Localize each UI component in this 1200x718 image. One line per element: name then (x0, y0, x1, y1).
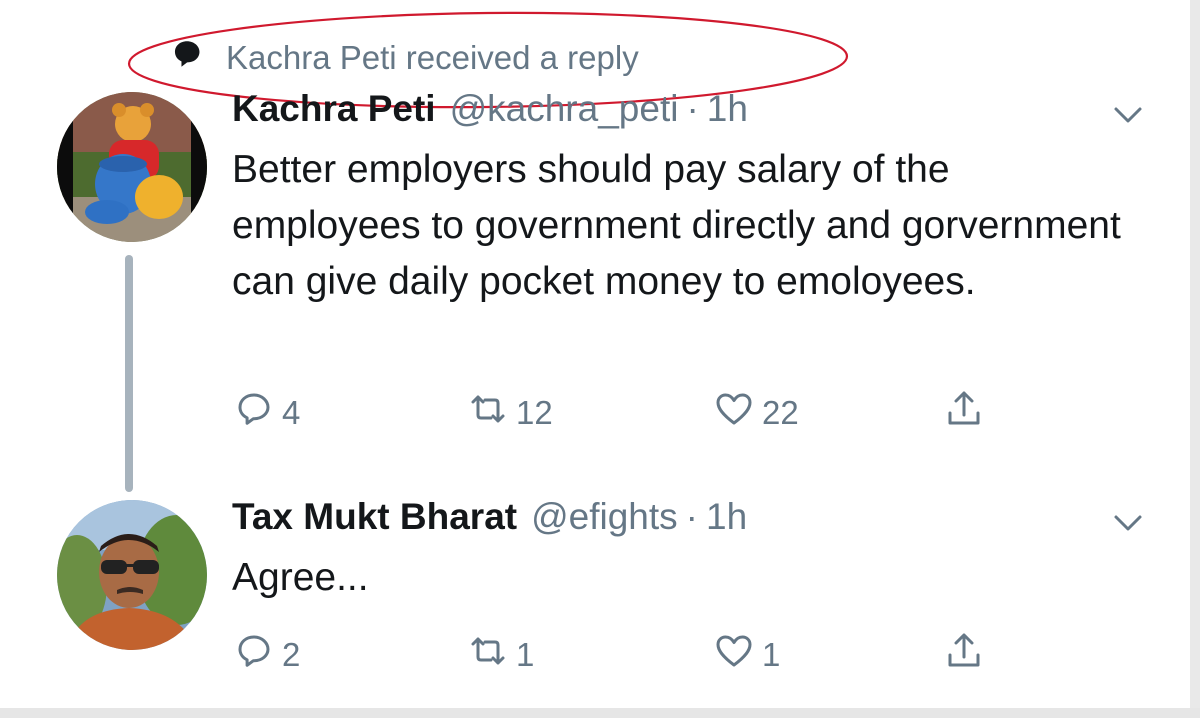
like-button[interactable]: 1 (712, 630, 780, 680)
reply-button[interactable]: 2 (232, 630, 300, 680)
timestamp[interactable]: 1h (706, 496, 747, 538)
notification-card: Kachra Peti received a reply Kachra Peti… (0, 0, 1200, 718)
display-name[interactable]: Kachra Peti (232, 88, 436, 130)
reply-icon (232, 387, 276, 439)
separator-dot: · (686, 88, 699, 129)
screenshot-edge (1190, 0, 1200, 718)
share-icon (942, 629, 986, 681)
tweet-text: Agree... (232, 556, 369, 599)
avatar[interactable] (57, 92, 207, 242)
user-handle[interactable]: @kachra_peti (450, 88, 679, 130)
like-button[interactable]: 22 (712, 388, 799, 438)
heart-icon (712, 387, 756, 439)
heart-icon (712, 629, 756, 681)
tweet-actions: 2 1 1 (232, 630, 1012, 680)
retweet-count: 1 (516, 636, 535, 673)
avatar[interactable] (57, 500, 207, 650)
speech-bubble-icon (170, 37, 204, 79)
tweet-header: Kachra Peti @kachra_peti · 1h (232, 88, 748, 138)
reply-icon (232, 629, 276, 681)
context-label: Kachra Peti received a reply (226, 39, 639, 76)
tweet-header: Tax Mukt Bharat @efights · 1h (232, 496, 747, 546)
tweet-actions: 4 12 22 (232, 388, 1012, 438)
reply-button[interactable]: 4 (232, 388, 300, 438)
retweet-icon (466, 387, 510, 439)
share-icon (942, 387, 986, 439)
display-name[interactable]: Tax Mukt Bharat (232, 496, 517, 538)
like-count: 22 (762, 394, 799, 431)
chevron-down-icon[interactable] (1110, 504, 1146, 540)
reply-context[interactable]: Kachra Peti received a reply (170, 36, 639, 80)
retweet-button[interactable]: 1 (466, 630, 534, 680)
retweet-count: 12 (516, 394, 553, 431)
thread-connector-line (125, 255, 133, 492)
timestamp[interactable]: 1h (707, 88, 748, 130)
pooh-statue-avatar (57, 92, 207, 242)
retweet-icon (466, 629, 510, 681)
man-sunglasses-avatar (57, 500, 207, 650)
reply-count: 4 (282, 394, 301, 431)
separator-dot: · (685, 496, 698, 537)
retweet-button[interactable]: 12 (466, 388, 553, 438)
share-button[interactable] (942, 630, 986, 680)
screenshot-edge (0, 708, 1200, 718)
user-handle[interactable]: @efights (531, 496, 678, 538)
chevron-down-icon[interactable] (1110, 96, 1146, 132)
like-count: 1 (762, 636, 781, 673)
tweet-text: Better employers should pay salary of th… (232, 148, 1121, 303)
reply-count: 2 (282, 636, 301, 673)
share-button[interactable] (942, 388, 986, 438)
